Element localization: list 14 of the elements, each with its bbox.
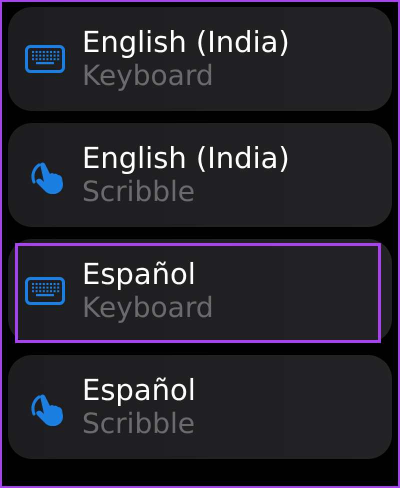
input-method-label: Scribble [82,175,196,209]
language-name: English (India) [82,141,290,175]
language-row[interactable]: English (India) Keyboard [8,7,392,111]
language-row[interactable]: Español Scribble [8,355,392,459]
keyboard-icon [25,45,65,73]
language-name: English (India) [82,25,290,59]
input-method-label: Keyboard [82,59,215,93]
input-method-label: Keyboard [82,291,214,325]
language-name: Español [82,257,197,291]
language-name: Español [82,373,196,407]
language-row[interactable]: English (India) Scribble [8,123,392,227]
keyboard-icon [25,277,65,305]
input-method-label: Scribble [82,407,196,441]
language-row[interactable]: Español Keyboard [8,239,392,343]
